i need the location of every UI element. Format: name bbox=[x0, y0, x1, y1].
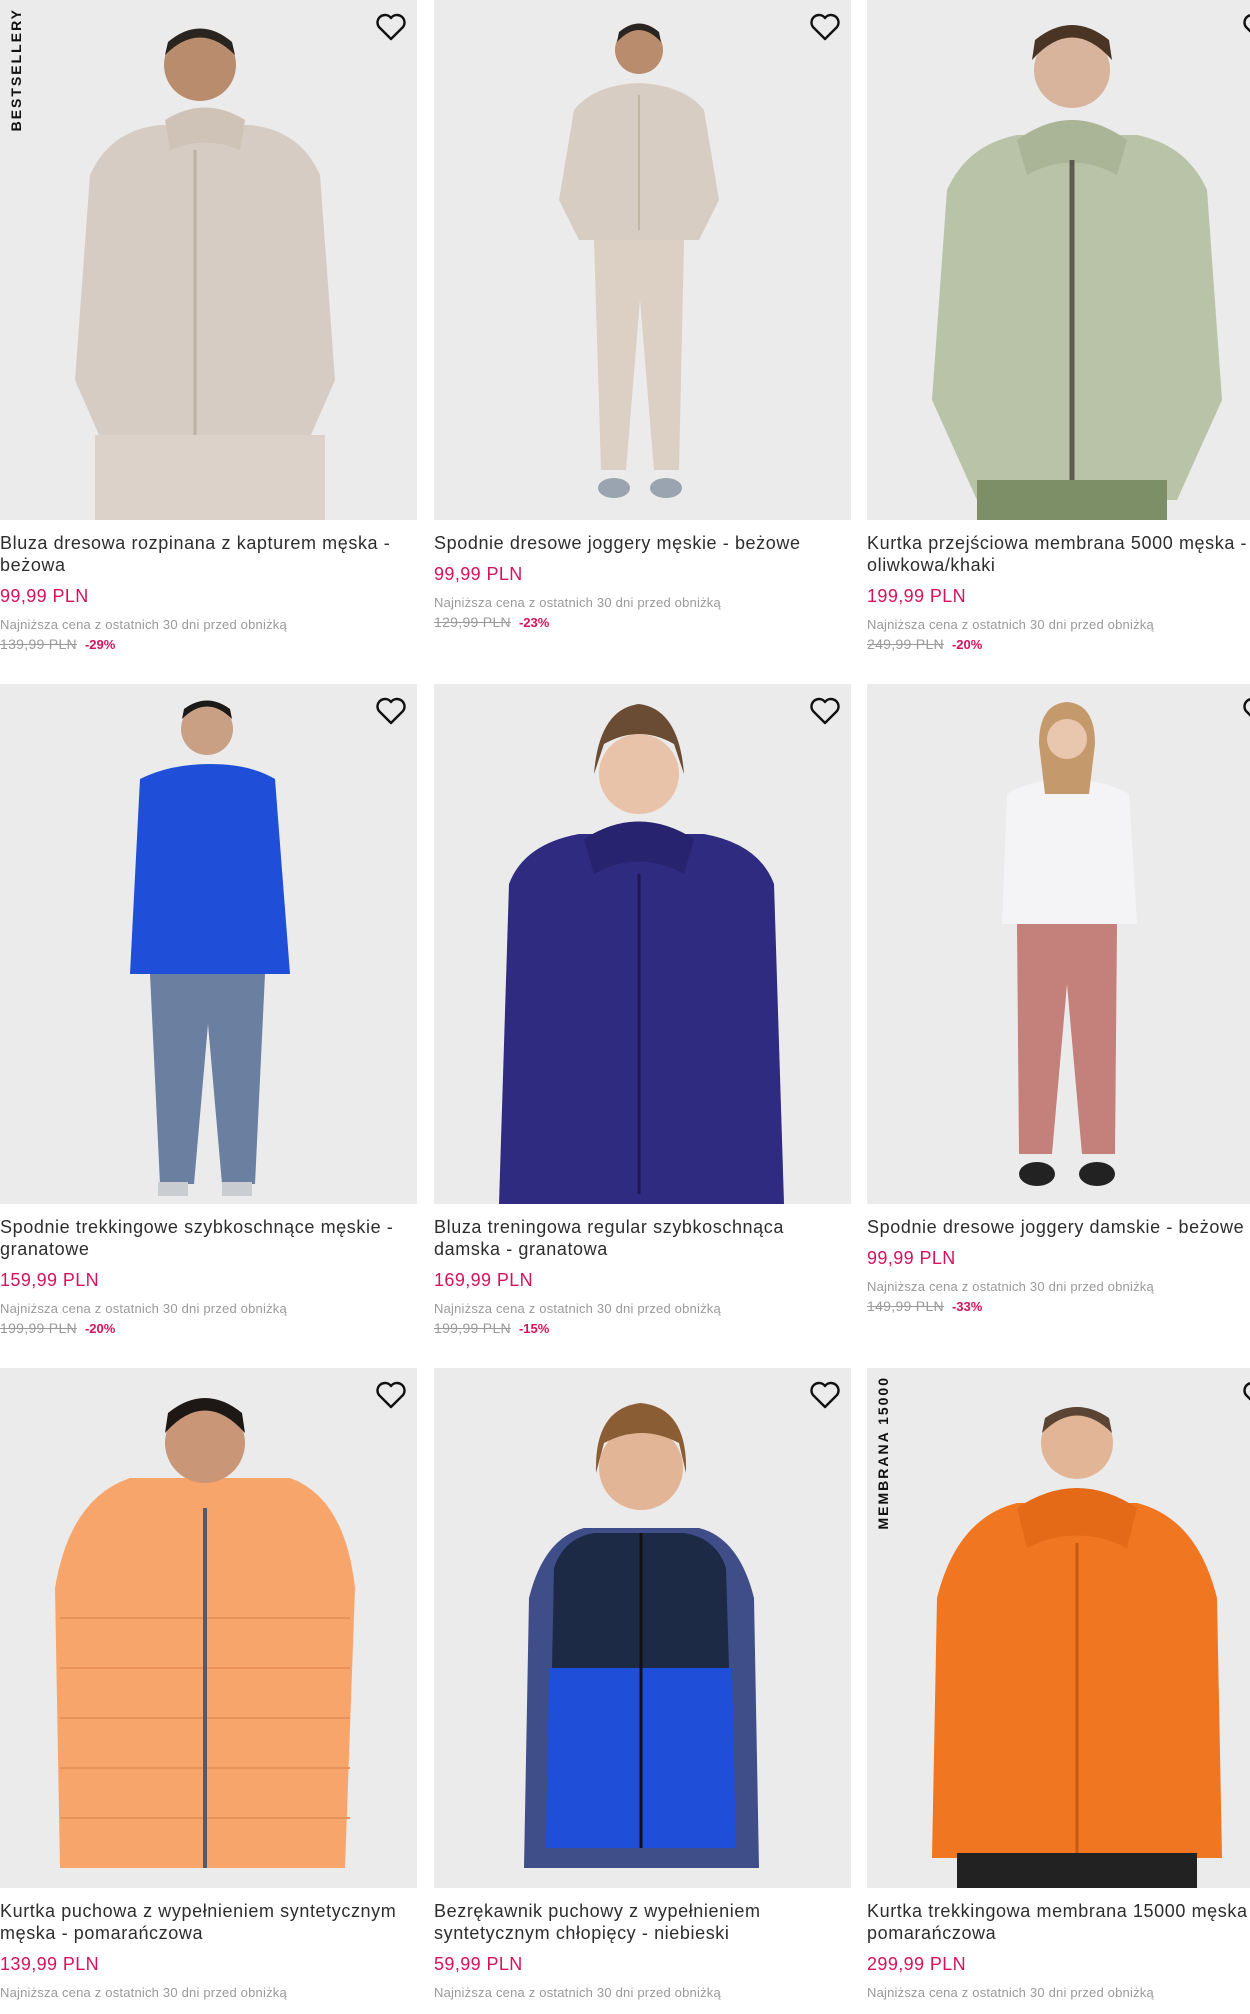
lowest-price-note: Najniższa cena z ostatnich 30 dni przed … bbox=[0, 617, 287, 632]
product-image[interactable]: BESTSELLERY bbox=[0, 0, 417, 520]
discount-badge: -15% bbox=[518, 1321, 550, 1336]
product-name[interactable]: Bezrękawnik puchowy z wypełnieniem synte… bbox=[434, 1900, 851, 1944]
old-price: 199,99 PLN bbox=[0, 1320, 77, 1336]
product-card[interactable]: Kurtka puchowa z wypełnieniem syntetyczn… bbox=[0, 1368, 417, 2004]
product-price: 169,99 PLN bbox=[434, 1270, 534, 1290]
product-image[interactable] bbox=[0, 684, 417, 1204]
product-card[interactable]: Bezrękawnik puchowy z wypełnieniem synte… bbox=[434, 1368, 851, 2004]
product-name[interactable]: Spodnie trekkingowe szybkoschnące męskie… bbox=[0, 1216, 417, 1260]
old-price: 249,99 PLN bbox=[867, 636, 944, 652]
lowest-price-note: Najniższa cena z ostatnich 30 dni przed … bbox=[867, 1985, 1154, 2000]
favorite-heart-icon[interactable] bbox=[373, 1378, 409, 1412]
product-image[interactable] bbox=[867, 0, 1250, 520]
product-card[interactable]: Spodnie dresowe joggery damskie - beżowe… bbox=[867, 684, 1250, 1314]
old-price: 149,99 PLN bbox=[867, 1298, 944, 1314]
product-name[interactable]: Bluza dresowa rozpinana z kapturem męska… bbox=[0, 532, 417, 576]
lowest-price-note: Najniższa cena z ostatnich 30 dni przed … bbox=[0, 1301, 287, 1316]
old-price: 139,99 PLN bbox=[0, 636, 77, 652]
favorite-heart-icon[interactable] bbox=[373, 694, 409, 728]
old-price: 129,99 PLN bbox=[434, 614, 511, 630]
product-photo bbox=[867, 0, 1250, 520]
product-card[interactable]: Spodnie dresowe joggery męskie - beżowe … bbox=[434, 0, 851, 630]
product-price: 99,99 PLN bbox=[434, 564, 523, 584]
product-price: 199,99 PLN bbox=[867, 586, 967, 606]
discount-badge: -20% bbox=[84, 1321, 116, 1336]
lowest-price-note: Najniższa cena z ostatnich 30 dni przed … bbox=[0, 1985, 287, 2000]
product-badge: MEMBRANA 15000 bbox=[875, 1376, 891, 1530]
favorite-heart-icon[interactable] bbox=[1240, 694, 1250, 728]
discount-badge: -23% bbox=[518, 615, 550, 630]
favorite-heart-icon[interactable] bbox=[807, 10, 843, 44]
product-image[interactable] bbox=[434, 0, 851, 520]
product-card[interactable]: BESTSELLERY Bluza dresowa rozpinana z ka… bbox=[0, 0, 417, 652]
discount-badge: -20% bbox=[951, 637, 983, 652]
lowest-price-note: Najniższa cena z ostatnich 30 dni przed … bbox=[867, 617, 1154, 632]
product-photo bbox=[434, 0, 851, 520]
product-name[interactable]: Kurtka puchowa z wypełnieniem syntetyczn… bbox=[0, 1900, 417, 1944]
favorite-heart-icon[interactable] bbox=[373, 10, 409, 44]
lowest-price-note: Najniższa cena z ostatnich 30 dni przed … bbox=[867, 1279, 1154, 1294]
product-card[interactable]: Bluza treningowa regular szybkoschnąca d… bbox=[434, 684, 851, 1336]
product-image[interactable] bbox=[434, 684, 851, 1204]
product-price: 299,99 PLN bbox=[867, 1954, 967, 1974]
product-photo bbox=[867, 1368, 1250, 1888]
product-name[interactable]: Kurtka przejściowa membrana 5000 męska -… bbox=[867, 532, 1250, 576]
lowest-price-note: Najniższa cena z ostatnich 30 dni przed … bbox=[434, 1301, 721, 1316]
product-price: 99,99 PLN bbox=[867, 1248, 956, 1268]
product-name[interactable]: Spodnie dresowe joggery damskie - beżowe bbox=[867, 1216, 1250, 1238]
product-image[interactable] bbox=[434, 1368, 851, 1888]
product-price: 99,99 PLN bbox=[0, 586, 89, 606]
product-name[interactable]: Bluza treningowa regular szybkoschnąca d… bbox=[434, 1216, 851, 1260]
product-photo bbox=[434, 684, 851, 1204]
product-name[interactable]: Kurtka trekkingowa membrana 15000 męska … bbox=[867, 1900, 1250, 1944]
product-card[interactable]: Kurtka przejściowa membrana 5000 męska -… bbox=[867, 0, 1250, 652]
product-photo bbox=[434, 1368, 851, 1888]
product-card[interactable]: MEMBRANA 15000 Kurtka trekkingowa membra… bbox=[867, 1368, 1250, 2004]
product-name[interactable]: Spodnie dresowe joggery męskie - beżowe bbox=[434, 532, 851, 554]
favorite-heart-icon[interactable] bbox=[807, 1378, 843, 1412]
product-badge: BESTSELLERY bbox=[8, 8, 24, 132]
product-photo bbox=[0, 684, 417, 1204]
product-image[interactable] bbox=[0, 1368, 417, 1888]
old-price: 199,99 PLN bbox=[434, 1320, 511, 1336]
lowest-price-note: Najniższa cena z ostatnich 30 dni przed … bbox=[434, 1985, 721, 2000]
lowest-price-note: Najniższa cena z ostatnich 30 dni przed … bbox=[434, 595, 721, 610]
product-grid: BESTSELLERY Bluza dresowa rozpinana z ka… bbox=[0, 0, 1250, 2014]
product-photo bbox=[0, 1368, 417, 1888]
product-image[interactable]: MEMBRANA 15000 bbox=[867, 1368, 1250, 1888]
product-photo bbox=[0, 0, 417, 520]
favorite-heart-icon[interactable] bbox=[1240, 10, 1250, 44]
product-price: 139,99 PLN bbox=[0, 1954, 100, 1974]
product-card[interactable]: Spodnie trekkingowe szybkoschnące męskie… bbox=[0, 684, 417, 1336]
product-price: 159,99 PLN bbox=[0, 1270, 100, 1290]
favorite-heart-icon[interactable] bbox=[1240, 1378, 1250, 1412]
product-photo bbox=[867, 684, 1250, 1204]
favorite-heart-icon[interactable] bbox=[807, 694, 843, 728]
product-price: 59,99 PLN bbox=[434, 1954, 523, 1974]
discount-badge: -33% bbox=[951, 1299, 983, 1314]
product-image[interactable] bbox=[867, 684, 1250, 1204]
discount-badge: -29% bbox=[84, 637, 116, 652]
